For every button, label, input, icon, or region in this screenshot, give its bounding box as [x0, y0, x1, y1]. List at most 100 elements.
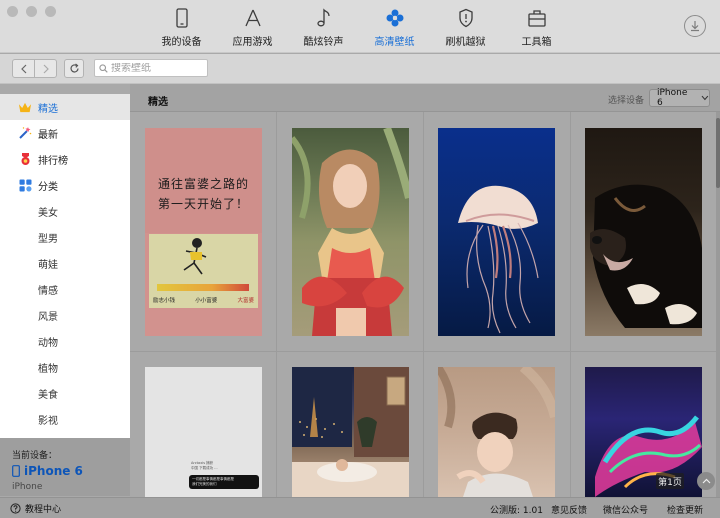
- nav-label: 刷机越狱: [445, 37, 486, 48]
- magic-wand-icon: [18, 126, 32, 140]
- flower-icon: [386, 9, 403, 27]
- wallpaper-boy-portrait[interactable]: [438, 367, 555, 497]
- paris-room-image: [292, 367, 409, 497]
- back-button[interactable]: [13, 60, 35, 77]
- crown-icon: [18, 100, 32, 114]
- bar-label: 励志小钱: [153, 298, 176, 304]
- help-center-link[interactable]: 教程中心: [10, 502, 61, 515]
- wallpaper-colorful-abstract[interactable]: [585, 367, 702, 497]
- nav-ringtones[interactable]: 酷炫铃声: [288, 8, 359, 48]
- minimize-window-button[interactable]: [26, 6, 37, 17]
- current-device-name[interactable]: iPhone 6: [12, 464, 130, 478]
- wallpaper-jellyfish[interactable]: [438, 128, 555, 336]
- subcategory-food[interactable]: 美食: [0, 380, 130, 406]
- subcategory-beauty[interactable]: 美女: [0, 198, 130, 224]
- search-input[interactable]: [111, 62, 203, 74]
- phone-icon: [12, 465, 20, 477]
- sidebar-item-ranking[interactable]: 排行榜: [0, 146, 130, 172]
- sidebar-item-latest[interactable]: 最新: [0, 120, 130, 146]
- wallpaper-paris-night-room[interactable]: [292, 367, 409, 497]
- sidebar-item-categories[interactable]: 分类: [0, 172, 130, 198]
- grid-divider: [423, 112, 424, 497]
- medal-icon: [18, 152, 32, 166]
- bar-label: 小小富婆: [195, 298, 218, 304]
- app-store-icon: [244, 9, 261, 27]
- device-select[interactable]: iPhone 6: [649, 88, 710, 108]
- grid-divider: [130, 351, 716, 352]
- wallpaper-cartoon-motivation[interactable]: 通往富婆之路的 第一天开始了！ 励志小钱 小小富婆 大富婆: [145, 128, 262, 336]
- refresh-button[interactable]: [64, 59, 84, 78]
- subcategory-plants[interactable]: 植物: [0, 354, 130, 380]
- puppy-image: [590, 184, 702, 328]
- current-device-panel: 当前设备： iPhone 6 iPhone: [0, 438, 130, 496]
- caption-line: 通往富婆之路的: [157, 177, 249, 191]
- top-navigation-bar: 我的设备 应用游戏 酷炫铃声 高清壁纸 刷机越狱 工具箱: [0, 0, 720, 53]
- zoom-window-button[interactable]: [45, 6, 56, 17]
- nav-my-device[interactable]: 我的设备: [146, 8, 217, 48]
- help-center-label: 教程中心: [25, 505, 62, 515]
- history-navigation: [12, 59, 57, 78]
- bar-label: 大富婆: [237, 298, 254, 304]
- grid-divider: [570, 112, 571, 497]
- subcategory-scenery[interactable]: 风景: [0, 302, 130, 328]
- boy-portrait-image: [438, 367, 555, 497]
- chevron-left-icon: [20, 64, 26, 73]
- wallpaper-black-puppy[interactable]: [585, 128, 702, 336]
- chat-line: 我们完美的我们: [192, 482, 217, 486]
- category-sidebar: 精选 最新 排行榜 分类 美女 型男 萌娃 情感 风景 动物 植物 美食 影视: [0, 94, 130, 438]
- sidebar-item-featured[interactable]: 精选: [0, 94, 130, 120]
- shield-icon: [458, 8, 473, 28]
- window-controls: [7, 6, 56, 17]
- toolbox-icon: [527, 10, 546, 27]
- subcategory-emotion[interactable]: 情感: [0, 276, 130, 302]
- subcategory-cute-kids[interactable]: 萌娃: [0, 250, 130, 276]
- wechat-link[interactable]: 微信公众号: [603, 503, 648, 516]
- refresh-icon: [69, 63, 79, 73]
- category-grid-icon: [18, 178, 32, 192]
- nav-wallpapers[interactable]: 高清壁纸: [359, 8, 430, 48]
- nav-jailbreak[interactable]: 刷机越狱: [430, 8, 501, 48]
- girl-portrait-image: [292, 128, 409, 336]
- forward-button[interactable]: [35, 60, 56, 77]
- nav-label: 工具箱: [521, 37, 552, 48]
- chevron-down-icon: [701, 95, 709, 101]
- nav-label: 酷炫铃声: [303, 37, 344, 48]
- wallpaper-girl-red-dress[interactable]: [292, 128, 409, 336]
- check-update-link[interactable]: 检查更新: [667, 503, 703, 516]
- main-nav: 我的设备 应用游戏 酷炫铃声 高清壁纸 刷机越狱 工具箱: [146, 8, 572, 48]
- nav-label: 高清壁纸: [374, 37, 415, 48]
- version-label: 公测版: 1.01: [490, 506, 543, 516]
- download-manager-button[interactable]: [684, 15, 706, 37]
- wallpaper-search: [94, 59, 208, 77]
- download-icon: [691, 21, 699, 32]
- content-header: 精选 选择设备 iPhone 6: [130, 84, 720, 112]
- music-note-icon: [316, 8, 330, 27]
- grid-scrollbar[interactable]: [716, 112, 720, 497]
- close-window-button[interactable]: [7, 6, 18, 17]
- status-bar: 教程中心 公测版: 1.01 意见反馈 微信公众号 检查更新: [0, 497, 720, 518]
- subcategory-animals[interactable]: 动物: [0, 328, 130, 354]
- sidebar-item-label: 最新: [38, 129, 58, 141]
- sidebar-item-label: 排行榜: [38, 155, 68, 167]
- nav-toolbox[interactable]: 工具箱: [501, 8, 572, 48]
- wallpaper-grid: 通往富婆之路的 第一天开始了！ 励志小钱 小小富婆 大富婆 Arctaxis 捕…: [130, 112, 716, 497]
- current-device-model: iPhone: [12, 482, 43, 492]
- search-icon: [99, 63, 108, 73]
- subcategory-handsome-men[interactable]: 型男: [0, 224, 130, 250]
- nav-label: 我的设备: [161, 37, 202, 48]
- jellyfish-image: [458, 185, 539, 334]
- scrollbar-thumb[interactable]: [716, 118, 720, 188]
- toolbar: [0, 54, 720, 84]
- feedback-link[interactable]: 意见反馈: [551, 503, 587, 516]
- nav-apps-games[interactable]: 应用游戏: [217, 8, 288, 48]
- back-to-top-button[interactable]: [697, 472, 715, 490]
- chevron-up-icon: [702, 478, 710, 484]
- caption-line: 第一天开始了！: [157, 197, 249, 211]
- abstract-image: [595, 415, 702, 497]
- subcategory-movies[interactable]: 影视: [0, 406, 130, 432]
- page-title: 精选: [148, 97, 168, 108]
- wallpaper-chat-text[interactable]: Arctaxis 捕获 中国 下载成功 ... 一切都是事情都是事情都是 我们完…: [145, 367, 262, 497]
- current-device-caption: 当前设备：: [12, 451, 58, 461]
- chat-line: 中国 下载成功 ...: [191, 466, 218, 470]
- wallpaper-caption: 通往富婆之路的 第一天开始了！: [145, 174, 262, 214]
